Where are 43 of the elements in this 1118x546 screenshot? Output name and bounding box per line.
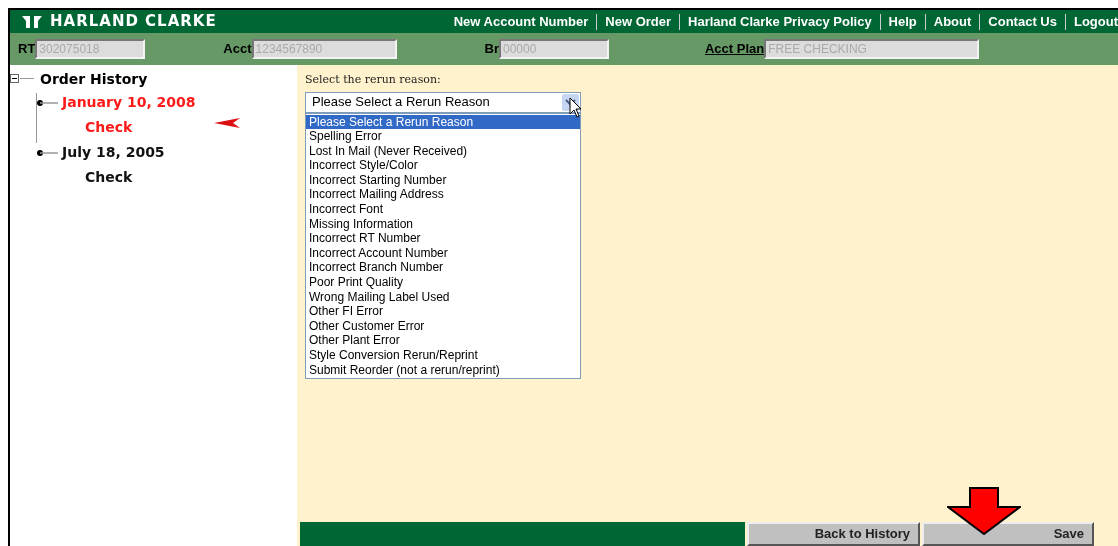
collapse-icon[interactable] (10, 74, 34, 84)
dropdown-option[interactable]: Other Customer Error (306, 318, 580, 334)
dropdown-option[interactable]: Poor Print Quality (306, 275, 580, 290)
dropdown-option[interactable]: Other FI Error (306, 304, 580, 319)
save-button[interactable]: Save (922, 522, 1094, 546)
dropdown-option[interactable]: Submit Reorder (not a rerun/reprint) (306, 362, 580, 378)
dropdown-option[interactable]: Incorrect RT Number (306, 231, 580, 246)
dropdown-option[interactable]: Wrong Mailing Label Used (306, 289, 580, 305)
field-label: RT (18, 40, 36, 59)
tree-root[interactable]: Order History (40, 68, 148, 90)
dropdown-option[interactable]: Missing Information (306, 216, 580, 232)
dropdown-option[interactable]: Incorrect Font (306, 202, 580, 217)
down-arrow-icon (947, 487, 1021, 535)
nav-link[interactable]: New Account Number (453, 11, 589, 32)
nav-link[interactable]: Help (888, 11, 917, 32)
dropdown-option[interactable]: Incorrect Starting Number (306, 172, 580, 188)
brand-name: HARLAND CLARKE (50, 11, 217, 33)
field-label: Br (484, 40, 499, 59)
dropdown-option[interactable]: Please Select a Rerun Reason (306, 114, 580, 130)
field-label[interactable]: Acct Plan (705, 39, 765, 59)
prompt-text: Select the rerun reason: (305, 72, 442, 88)
nav-link[interactable]: About (933, 11, 972, 32)
dropdown-option[interactable]: Style Conversion Rerun/Reprint (306, 348, 580, 363)
nav-link[interactable]: New Order (605, 11, 672, 32)
tree-branch-icon (36, 147, 58, 158)
field-label: Acct (223, 40, 252, 59)
nav-link[interactable]: Contact Us (988, 11, 1057, 32)
back-to-history-button[interactable]: Back to History (747, 522, 920, 546)
dropdown-option[interactable]: Incorrect Account Number (306, 245, 580, 261)
dropdown-option[interactable]: Incorrect Branch Number (306, 260, 580, 276)
tree-item[interactable]: July 18, 2005 (62, 142, 165, 163)
tree-item[interactable]: Check (85, 117, 133, 138)
dropdown-option[interactable]: Incorrect Mailing Address (306, 187, 580, 203)
dropdown-option[interactable]: Lost In Mail (Never Received) (306, 143, 580, 159)
nav-link[interactable]: Harland Clarke Privacy Policy (688, 11, 872, 32)
dropdown-option[interactable]: Incorrect Style/Color (306, 158, 580, 173)
dropdown-option[interactable]: Other Plant Error (306, 333, 580, 348)
tree-item[interactable]: Check (85, 167, 133, 188)
dropdown-option[interactable]: Spelling Error (306, 129, 580, 144)
logo-icon (20, 13, 44, 30)
tree-item[interactable]: January 10, 2008 (62, 92, 196, 113)
pointer-arrow-icon (214, 118, 240, 128)
nav-link[interactable]: Logout (1073, 11, 1118, 32)
